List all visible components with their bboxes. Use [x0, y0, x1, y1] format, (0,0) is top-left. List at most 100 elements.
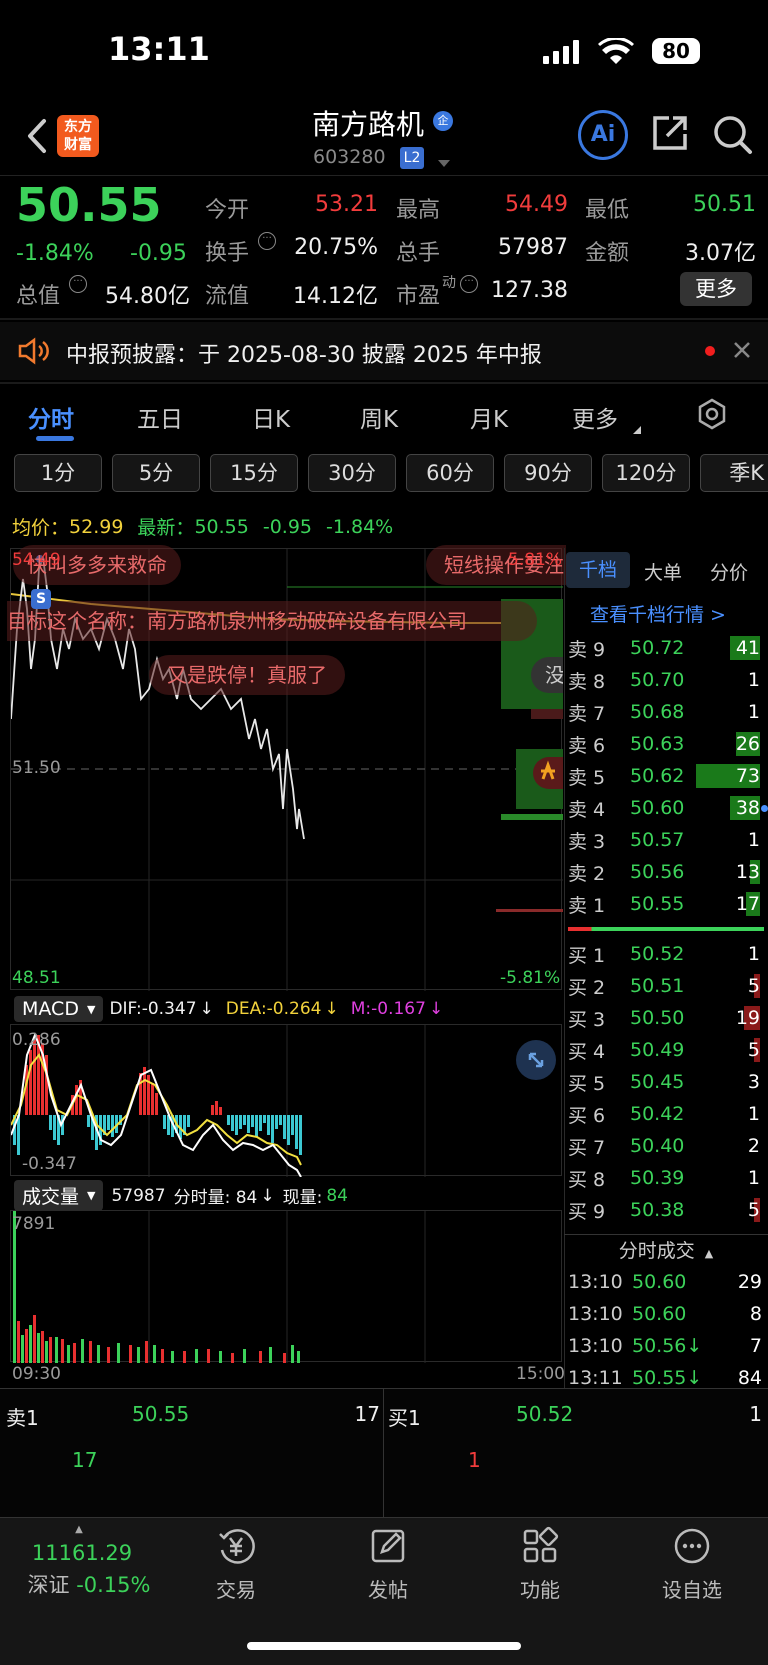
chart-top-percent: 5.81% — [508, 550, 563, 570]
back-icon[interactable] — [24, 117, 48, 159]
bid-price: 50.40 — [630, 1135, 685, 1157]
orderbook-tab-depth[interactable]: 千档 — [566, 552, 630, 588]
tick-volume: 7 — [749, 1335, 762, 1357]
intraday-chart[interactable]: 快叫多多来救命 短线操作要注 目标这个名称：南方路机泉州移动破碎设备有限公司 又… — [7, 545, 566, 991]
period-120min[interactable]: 120分 — [602, 454, 690, 492]
bid-row[interactable]: 买 9 50.38 5 — [568, 1194, 766, 1226]
bid-price: 50.51 — [630, 975, 685, 997]
avg-value: 52.99 — [69, 515, 124, 538]
settings-gear-icon[interactable] — [696, 398, 728, 434]
danmaku-comment[interactable]: 又是跌停！真服了 — [149, 655, 345, 695]
macd-selector[interactable]: MACD ▼ — [14, 996, 104, 1022]
ask-row[interactable]: 卖 3 50.57 1 — [568, 824, 766, 856]
share-icon[interactable] — [651, 114, 689, 156]
ask-row[interactable]: 卖 2 50.56 13 — [568, 856, 766, 888]
ask-row[interactable]: 卖 4 50.60 38 — [568, 792, 768, 824]
period-60min[interactable]: 60分 — [406, 454, 494, 492]
macd-chart[interactable] — [10, 1024, 562, 1177]
volume-total: 57987 — [111, 1185, 166, 1206]
tab-monthly-k[interactable]: 月K — [470, 400, 508, 434]
tab-five-day[interactable]: 五日 — [137, 400, 183, 434]
period-30min[interactable]: 30分 — [308, 454, 396, 492]
bid-row[interactable]: 买 6 50.42 1 — [568, 1098, 766, 1130]
bid-row[interactable]: 买 3 50.50 19 — [568, 1002, 766, 1034]
tab-daily-k[interactable]: 日K — [252, 400, 290, 434]
stock-title[interactable]: 南方路机 — [312, 103, 424, 143]
tab-intraday[interactable]: 分时 — [28, 400, 74, 434]
bid-row[interactable]: 买 4 50.49 5 — [568, 1034, 766, 1066]
volume-period: 分时量: 84 — [173, 1188, 258, 1208]
tick-price: 50.55↓ — [632, 1367, 703, 1389]
notice-text[interactable]: 中报预披露：于 2025-08-30 披露 2025 年中报 — [66, 337, 542, 369]
view-depth-link[interactable]: 查看千档行情 > — [590, 600, 726, 627]
ask-volume: 38 — [735, 797, 760, 819]
period-quarter-k[interactable]: 季K — [700, 454, 768, 492]
more-quote-button[interactable]: 更多 — [680, 272, 752, 306]
ask-row[interactable]: 卖 7 50.68 1 — [568, 696, 766, 728]
ask-volume: 1 — [747, 829, 760, 851]
bid-row[interactable]: 买 8 50.39 1 — [568, 1162, 766, 1194]
orderbook-tab-byprice[interactable]: 分价 — [710, 558, 748, 585]
last-value: 50.55 — [194, 515, 249, 538]
last-label: 最新： — [137, 517, 195, 539]
switch-dropdown-icon[interactable] — [437, 154, 451, 173]
bid-label: 买 2 — [568, 976, 606, 999]
change-percent: -1.84% — [16, 241, 94, 266]
ask-row[interactable]: 卖 1 50.55 17 — [568, 888, 766, 920]
ask-row[interactable]: 卖 5 50.62 73 — [568, 760, 766, 792]
nav-add-watchlist[interactable]: 设自选 — [632, 1526, 752, 1603]
status-time: 13:11 — [108, 30, 210, 68]
orderbook-tab-bigorder[interactable]: 大单 — [644, 558, 682, 585]
period-90min[interactable]: 90分 — [504, 454, 592, 492]
nav-functions[interactable]: 功能 — [480, 1526, 600, 1603]
summary-bid-label: 买1 — [388, 1406, 421, 1430]
market-cap-info-icon[interactable]: ··· — [69, 275, 87, 293]
bid-volume: 1 — [747, 1167, 760, 1189]
bid-row[interactable]: 买 5 50.45 3 — [568, 1066, 766, 1098]
last-price: 50.55 — [16, 178, 162, 232]
tick-time: 13:10 — [568, 1335, 623, 1357]
tab-weekly-k[interactable]: 周K — [360, 400, 398, 434]
close-icon[interactable] — [732, 340, 752, 364]
sell-signal-marker[interactable]: S — [31, 589, 51, 609]
period-5min[interactable]: 5分 — [112, 454, 200, 492]
tab-more[interactable]: 更多 — [572, 400, 618, 434]
volume-value: 57987 — [498, 235, 568, 260]
turnover-info-icon[interactable]: ··· — [258, 232, 276, 250]
chart-top-price: 54.49 — [12, 550, 61, 570]
time-start: 09:30 — [12, 1364, 61, 1384]
volume-selector[interactable]: 成交量 ▼ — [14, 1180, 104, 1211]
index-ticker[interactable]: ▲ 11161.29 深证 -0.15% — [14, 1524, 164, 1599]
volume-chart[interactable] — [10, 1210, 562, 1363]
bid-row[interactable]: 买 1 50.52 1 — [568, 938, 766, 970]
avg-label: 均价： — [12, 517, 70, 539]
pe-info-icon[interactable]: ··· — [460, 275, 478, 293]
level2-badge[interactable]: L2 — [400, 147, 424, 169]
nav-trade[interactable]: 交易 — [176, 1526, 296, 1603]
ask-row[interactable]: 卖 9 50.72 41 — [568, 632, 766, 664]
tick-row: 13:10 50.60 8 — [568, 1298, 764, 1330]
expand-icon[interactable] — [516, 1040, 556, 1080]
ask-row[interactable]: 卖 6 50.63 26 — [568, 728, 766, 760]
danmaku-comment[interactable]: 没 — [531, 657, 563, 693]
search-icon[interactable] — [712, 114, 754, 160]
ticks-header[interactable]: 分时成交 ▲ — [564, 1236, 768, 1263]
ask-row[interactable]: 卖 8 50.70 1 — [568, 664, 766, 696]
nav-post-label: 发帖 — [368, 1578, 408, 1602]
danmaku-comment[interactable]: 目标这个名称：南方路机泉州移动破碎设备有限公司 — [7, 601, 537, 641]
macd-selector-label: MACD — [22, 998, 79, 1020]
chart-legend: 均价： 52.99 最新： 50.55 -0.95 -1.84% — [12, 513, 393, 540]
bid-label: 买 5 — [568, 1072, 606, 1095]
period-15min[interactable]: 15分 — [210, 454, 298, 492]
tick-time: 13:11 — [568, 1367, 623, 1389]
bid-volume: 2 — [747, 1135, 760, 1157]
index-name: 深证 — [27, 1573, 70, 1597]
ask-list: 卖 9 50.72 41 卖 8 50.70 1 卖 7 50.68 1 卖 6 50.63 2… — [568, 632, 768, 920]
bid-row[interactable]: 买 7 50.40 2 — [568, 1130, 766, 1162]
volume-top: 7891 — [12, 1214, 56, 1234]
bid-row[interactable]: 买 2 50.51 5 — [568, 970, 766, 1002]
ai-button[interactable]: Ai — [578, 110, 628, 160]
nav-post[interactable]: 发帖 — [328, 1526, 448, 1603]
gift-icon[interactable] — [533, 757, 563, 789]
period-1min[interactable]: 1分 — [14, 454, 102, 492]
